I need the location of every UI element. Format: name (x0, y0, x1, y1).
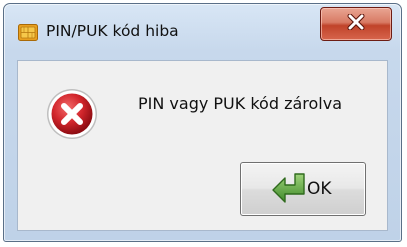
error-message: PIN vagy PUK kód zárolva (138, 94, 343, 113)
dialog-content: PIN vagy PUK kód zárolva OK (17, 60, 388, 231)
sim-card-icon (18, 24, 38, 41)
green-arrow-icon (271, 172, 307, 206)
close-button[interactable] (320, 7, 392, 41)
error-icon (45, 87, 99, 141)
window-title: PIN/PUK kód hiba (46, 22, 179, 40)
ok-button[interactable]: OK (240, 162, 366, 216)
close-icon (346, 13, 366, 34)
title-bar[interactable]: PIN/PUK kód hiba (4, 4, 401, 58)
ok-label: OK (307, 179, 332, 199)
dialog-window: PIN/PUK kód hiba PIN vagy PUK kód zárolv… (3, 3, 402, 242)
